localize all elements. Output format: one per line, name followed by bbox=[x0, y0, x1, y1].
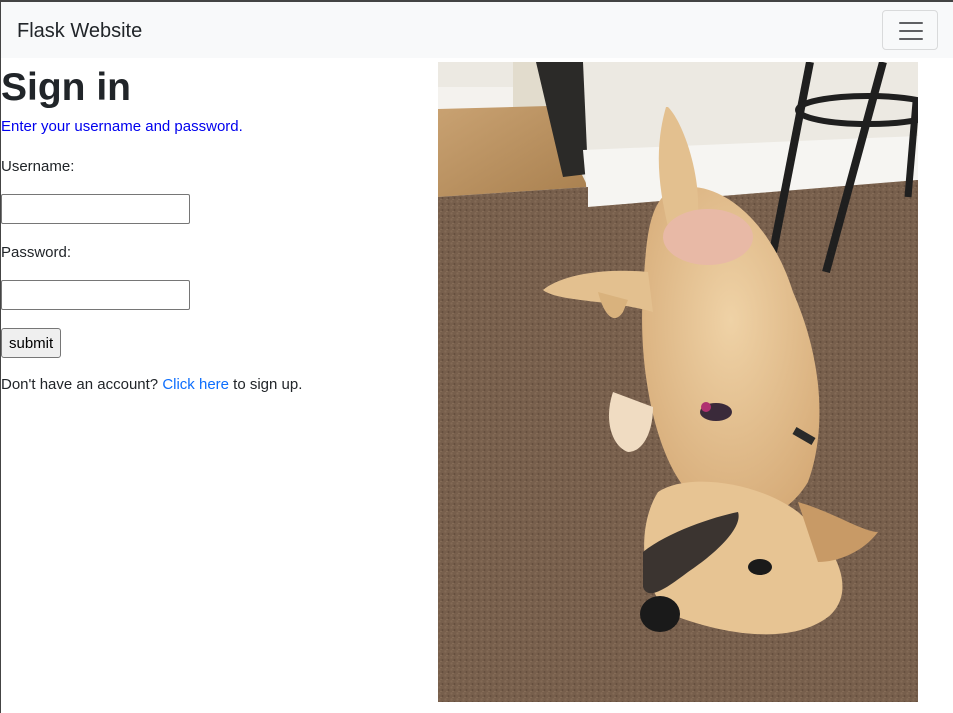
username-input[interactable] bbox=[1, 194, 190, 224]
signup-prompt: Don't have an account? Click here to sig… bbox=[1, 376, 302, 393]
password-label: Password: bbox=[1, 244, 72, 261]
username-label: Username: bbox=[1, 158, 75, 175]
signup-suffix-text: to sign up. bbox=[229, 376, 303, 393]
dog-photo bbox=[438, 62, 918, 702]
password-input[interactable] bbox=[1, 280, 190, 310]
navbar-brand[interactable]: Flask Website bbox=[17, 19, 142, 43]
page-title: Sign in bbox=[1, 66, 131, 109]
signup-link[interactable]: Click here bbox=[162, 376, 229, 393]
navbar-toggler-button[interactable] bbox=[882, 10, 938, 50]
signup-prefix-text: Don't have an account? bbox=[1, 376, 163, 393]
signin-instructions: Enter your username and password. bbox=[1, 118, 243, 135]
submit-button[interactable]: submit bbox=[1, 328, 62, 358]
navbar: Flask Website bbox=[1, 2, 953, 58]
